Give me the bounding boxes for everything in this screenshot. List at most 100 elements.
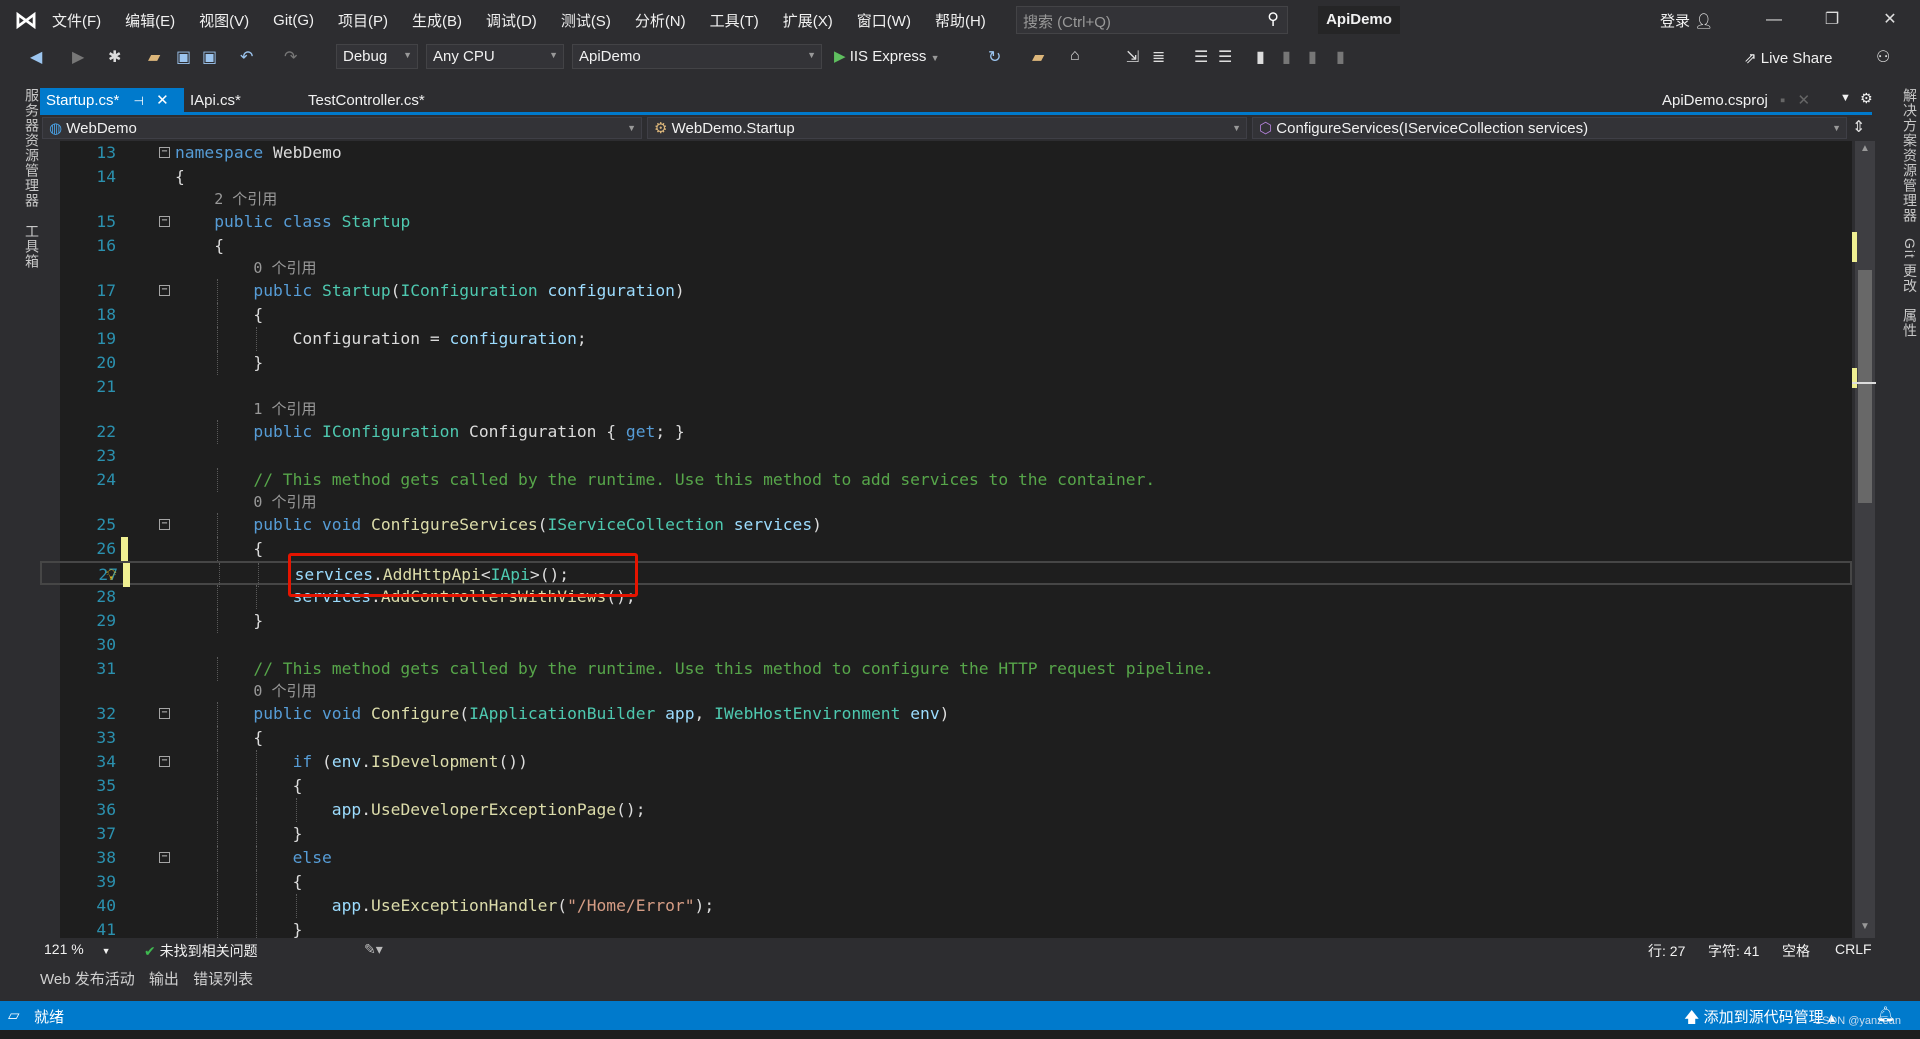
code-line[interactable]: 13 − namespace WebDemo [40, 141, 1852, 165]
close-icon[interactable]: ✕ [156, 92, 169, 109]
code-line[interactable]: 20} [40, 351, 1852, 375]
lightbulb-icon[interactable]: 💡︎ [106, 563, 117, 587]
codelens-references[interactable]: 1 个引用 [253, 399, 316, 420]
menu-extensions[interactable]: 扩展(X) [783, 10, 833, 31]
char-indicator[interactable]: 字符: 41 [1708, 941, 1759, 961]
find-in-files-icon[interactable]: ▰ [1032, 47, 1044, 67]
menu-tools[interactable]: 工具(T) [710, 10, 759, 31]
next-bookmark-icon[interactable]: ▮ [1308, 47, 1317, 67]
code-line[interactable]: 16 { [40, 234, 1852, 258]
browser-link-icon[interactable]: ⌂ [1070, 47, 1080, 65]
code-line[interactable]: 31 // This method gets called by the runt… [40, 657, 1852, 681]
code-line[interactable]: 30 [40, 633, 1852, 657]
tab-web-publish-activity[interactable]: Web 发布活动 [40, 971, 135, 988]
toolbox-tab[interactable]: 工具箱 [6, 224, 42, 284]
code-line[interactable]: 21 [40, 375, 1852, 399]
code-line[interactable]: 19 Configuration = configuration; [40, 327, 1852, 351]
code-line[interactable]: 34 − if (env.IsDevelopment()) [40, 750, 1852, 774]
add-to-source-control-button[interactable]: 🡅 添加到源代码管理 ▴ [1684, 1006, 1835, 1032]
forward-icon[interactable]: ▶ [72, 47, 84, 67]
code-line[interactable]: 36 app.UseDeveloperExceptionPage(); [40, 798, 1852, 822]
output-window-icon[interactable]: ▱ [8, 1006, 20, 1024]
issues-indicator[interactable]: ✔ 未找到相关问题 [144, 941, 258, 961]
menu-view[interactable]: 视图(V) [199, 10, 249, 31]
scroll-up-icon[interactable]: ▲ [1860, 143, 1870, 154]
code-line[interactable]: 15 − public class Startup [40, 210, 1852, 234]
uncomment-icon[interactable]: ☰ [1218, 47, 1232, 67]
code-line[interactable]: 14 { [40, 165, 1852, 189]
save-all-icon[interactable]: ▣ [202, 47, 217, 67]
split-window-icon[interactable]: ⇕ [1852, 117, 1865, 137]
comment-icon[interactable]: ☰ [1194, 47, 1208, 67]
code-cleanup-icon[interactable]: ✎▾ [364, 941, 383, 958]
prev-bookmark-icon[interactable]: ▮ [1282, 47, 1291, 67]
run-button[interactable]: ▶ IIS Express ▼ [834, 47, 940, 65]
code-line[interactable]: 33 { [40, 726, 1852, 750]
type-dropdown[interactable]: ⚙ WebDemo.Startup ▼ [647, 117, 1247, 139]
properties-tab[interactable]: 属性 [1884, 308, 1920, 348]
line-indicator[interactable]: 行: 27 [1648, 941, 1685, 961]
collapse-icon[interactable]: − [159, 285, 170, 296]
eol-indicator[interactable]: CRLF [1835, 941, 1872, 957]
tab-error-list[interactable]: 错误列表 [193, 971, 253, 988]
vertical-scrollbar[interactable]: ▲ ▼ [1855, 141, 1875, 938]
restore-button[interactable]: ❐ [1812, 6, 1852, 34]
minimize-button[interactable]: — [1754, 6, 1794, 34]
scroll-down-icon[interactable]: ▼ [1860, 921, 1870, 932]
code-line[interactable]: 38 − else [40, 846, 1852, 870]
menu-window[interactable]: 窗口(W) [857, 10, 911, 31]
spacing-indicator[interactable]: 空格 [1782, 941, 1810, 961]
code-line[interactable]: 40 app.UseExceptionHandler("/Home/Error")… [40, 894, 1852, 918]
format-icon[interactable]: ≣ [1152, 47, 1165, 67]
code-line[interactable]: 32 − public void Configure(IApplicationBui… [40, 702, 1852, 726]
login-button[interactable]: 登录 👤︎ [1660, 10, 1713, 31]
pin-icon[interactable]: ▪ [1780, 92, 1785, 109]
notifications-icon[interactable]: 🔔︎ [1876, 1005, 1895, 1023]
back-icon[interactable]: ◀ [30, 47, 42, 67]
pin-icon[interactable]: ⊣ [134, 94, 144, 108]
member-dropdown[interactable]: ⬡ ConfigureServices(IServiceCollection s… [1252, 117, 1847, 139]
open-folder-icon[interactable]: ▰ [148, 47, 160, 67]
redo-icon[interactable]: ↷ [284, 47, 297, 67]
tab-testcontroller-cs[interactable]: TestController.cs* [302, 88, 431, 114]
solution-explorer-tab[interactable]: 解决方案资源管理器 [1884, 88, 1920, 228]
tab-startup-cs[interactable]: Startup.cs* ⊣ ✕ [40, 88, 184, 114]
git-changes-tab[interactable]: Git 更改 [1884, 238, 1920, 298]
menu-build[interactable]: 生成(B) [412, 10, 462, 31]
code-line[interactable]: 41} [40, 918, 1852, 938]
code-line[interactable]: 35 { [40, 774, 1852, 798]
codelens-references[interactable]: 0 个引用 [253, 492, 316, 513]
step-icon[interactable]: ⇲ [1126, 47, 1139, 67]
search-input[interactable]: 搜索 (Ctrl+Q) ⚲ [1016, 6, 1288, 34]
code-line[interactable]: 25 − public void ConfigureServices(IServic… [40, 513, 1852, 537]
code-line[interactable]: 29} [40, 609, 1852, 633]
new-project-icon[interactable]: ✱ [108, 47, 121, 67]
menu-git[interactable]: Git(G) [273, 12, 314, 29]
code-line[interactable]: 23 [40, 444, 1852, 468]
server-explorer-tab[interactable]: 服务器资源管理器 [6, 88, 42, 218]
code-line[interactable]: 22 public IConfiguration Configuration { … [40, 420, 1852, 444]
tab-output[interactable]: 输出 [149, 971, 179, 988]
collapse-icon[interactable]: − [159, 708, 170, 719]
menu-debug[interactable]: 调试(D) [486, 10, 537, 31]
code-line[interactable]: 17 − public Startup(IConfiguration configu… [40, 279, 1852, 303]
save-icon[interactable]: ▣ [176, 47, 191, 67]
live-share-button[interactable]: ⇗ Live Share [1744, 49, 1832, 67]
tab-list-dropdown-icon[interactable]: ▼ [1840, 92, 1851, 104]
menu-project[interactable]: 项目(P) [338, 10, 388, 31]
gear-icon[interactable]: ⚙ [1860, 90, 1873, 107]
code-editor[interactable]: 13− namespace WebDemo 14{2 个引用 15− public cl… [40, 141, 1852, 938]
codelens-references[interactable]: 0 个引用 [253, 258, 316, 279]
close-icon[interactable]: ✕ [1798, 92, 1811, 109]
collapse-icon[interactable]: − [159, 216, 170, 227]
collapse-icon[interactable]: − [159, 756, 170, 767]
configuration-dropdown[interactable]: Debug ▼ [336, 44, 418, 69]
startup-project-dropdown[interactable]: ApiDemo ▼ [572, 44, 822, 69]
code-line[interactable]: 18 { [40, 303, 1852, 327]
bookmark-icon[interactable]: ▮ [1256, 47, 1265, 67]
codelens-references[interactable]: 0 个引用 [253, 681, 316, 702]
menu-edit[interactable]: 编辑(E) [125, 10, 175, 31]
code-line[interactable]: 39 { [40, 870, 1852, 894]
feedback-icon[interactable]: ⚇ [1876, 47, 1890, 67]
tab-apidemo-csproj[interactable]: ApiDemo.csproj ▪ ✕ [1656, 88, 1816, 114]
